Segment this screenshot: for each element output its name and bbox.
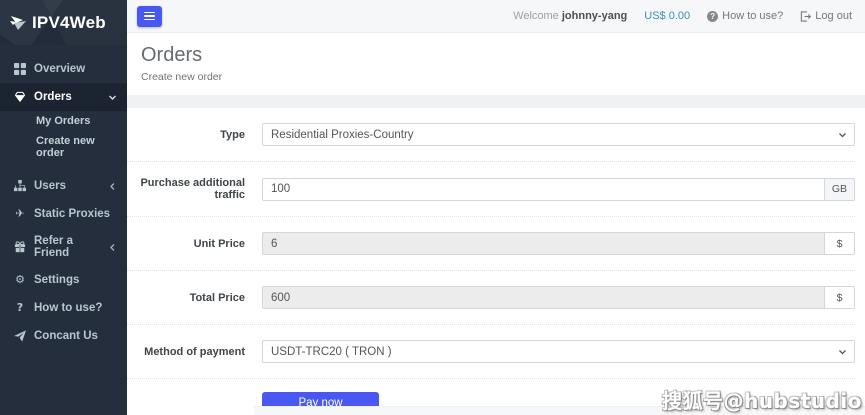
form-row-total-price: Total Price $	[127, 271, 855, 325]
create-order-form: Type Residential Proxies-Country Purchas…	[127, 108, 865, 415]
form-row-type: Type Residential Proxies-Country	[127, 108, 855, 162]
main-content: Orders Create new order Type Residential…	[127, 33, 865, 415]
gift-icon	[13, 240, 27, 254]
unit-price-label: Unit Price	[127, 238, 245, 250]
header-right: Welcome johnny-yang US$ 0.00 ? How to us…	[513, 10, 865, 22]
welcome-text: Welcome johnny-yang	[513, 10, 627, 22]
sign-out-icon	[800, 11, 811, 22]
top-header: Welcome johnny-yang US$ 0.00 ? How to us…	[127, 0, 865, 33]
sidebar-item-create-new-order[interactable]: Create new order	[0, 131, 127, 163]
sidebar-item-label: Settings	[34, 274, 117, 286]
card-header-bar	[127, 95, 865, 108]
plane-icon: ✈	[13, 207, 27, 221]
sidebar-item-my-orders[interactable]: My Orders	[0, 111, 127, 131]
payment-method-select[interactable]: USDT-TRC20 ( TRON )	[262, 340, 855, 363]
send-icon	[13, 329, 27, 343]
type-select[interactable]: Residential Proxies-Country	[262, 123, 855, 146]
sidebar: IPV4Web Overview Orders My Ord	[0, 0, 127, 415]
page-subtitle: Create new order	[141, 71, 865, 83]
sidebar-item-label: Create new order	[36, 135, 117, 159]
question-circle-icon: ?	[707, 11, 718, 22]
sidebar-item-refer-a-friend[interactable]: Refer a Friend	[0, 228, 127, 266]
sidebar-item-orders[interactable]: Orders	[0, 83, 127, 111]
sidebar-item-label: Refer a Friend	[34, 235, 108, 259]
chevron-down-icon	[108, 93, 117, 102]
bird-logo-icon	[9, 13, 29, 33]
brand-logo[interactable]: IPV4Web	[0, 0, 127, 45]
traffic-input[interactable]	[262, 178, 825, 201]
form-row-traffic: Purchase additional traffic GB	[127, 162, 855, 217]
total-price-currency-addon: $	[825, 286, 855, 309]
form-row-payment: Method of payment USDT-TRC20 ( TRON )	[127, 325, 855, 379]
sidebar-item-label: Concant Us	[34, 330, 117, 342]
form-row-unit-price: Unit Price $	[127, 217, 855, 271]
logout-link[interactable]: Log out	[800, 10, 852, 22]
how-to-use-label: How to use?	[722, 10, 783, 22]
sitemap-icon	[13, 179, 27, 193]
sidebar-toggle-button[interactable]	[137, 6, 162, 27]
total-price-label: Total Price	[127, 292, 245, 304]
page-header: Orders Create new order	[127, 33, 865, 83]
sidebar-item-label: Static Proxies	[34, 208, 117, 220]
gem-icon	[13, 90, 27, 104]
total-price-input	[262, 286, 825, 309]
welcome-label: Welcome	[513, 10, 559, 22]
traffic-unit-addon: GB	[825, 178, 855, 201]
sohu-watermark: 搜狐号@hubstudio	[662, 385, 862, 414]
grid-icon	[13, 62, 27, 76]
sidebar-item-static-proxies[interactable]: ✈ Static Proxies	[0, 200, 127, 228]
sidebar-item-label: Orders	[34, 91, 108, 103]
sidebar-item-label: Overview	[34, 63, 117, 75]
chevron-left-icon	[108, 182, 117, 191]
sidebar-nav: Overview Orders My Orders Create new ord…	[0, 55, 127, 350]
username: johnny-yang	[562, 10, 627, 22]
traffic-label: Purchase additional traffic	[127, 177, 245, 201]
unit-price-currency-addon: $	[825, 232, 855, 255]
logout-label: Log out	[815, 10, 852, 22]
sidebar-item-label: Users	[34, 180, 108, 192]
sidebar-item-concant-us[interactable]: Concant Us	[0, 322, 127, 350]
page-title: Orders	[141, 44, 865, 67]
balance-link[interactable]: US$ 0.00	[644, 10, 690, 22]
unit-price-input	[262, 232, 825, 255]
sidebar-item-how-to-use[interactable]: ? How to use?	[0, 294, 127, 322]
sidebar-item-label: How to use?	[34, 302, 117, 314]
brand-name: IPV4Web	[32, 13, 106, 33]
how-to-use-link[interactable]: ? How to use?	[707, 10, 783, 22]
payment-method-label: Method of payment	[127, 346, 245, 358]
sidebar-item-overview[interactable]: Overview	[0, 55, 127, 83]
sidebar-item-users[interactable]: Users	[0, 172, 127, 200]
gear-icon: ⚙	[13, 273, 27, 287]
app-window: IPV4Web Overview Orders My Ord	[0, 0, 865, 415]
orders-submenu: My Orders Create new order	[0, 111, 127, 163]
chevron-left-icon	[108, 243, 117, 252]
question-icon: ?	[13, 301, 27, 315]
sidebar-item-label: My Orders	[36, 115, 117, 127]
sidebar-item-settings[interactable]: ⚙ Settings	[0, 266, 127, 294]
type-label: Type	[127, 129, 245, 141]
